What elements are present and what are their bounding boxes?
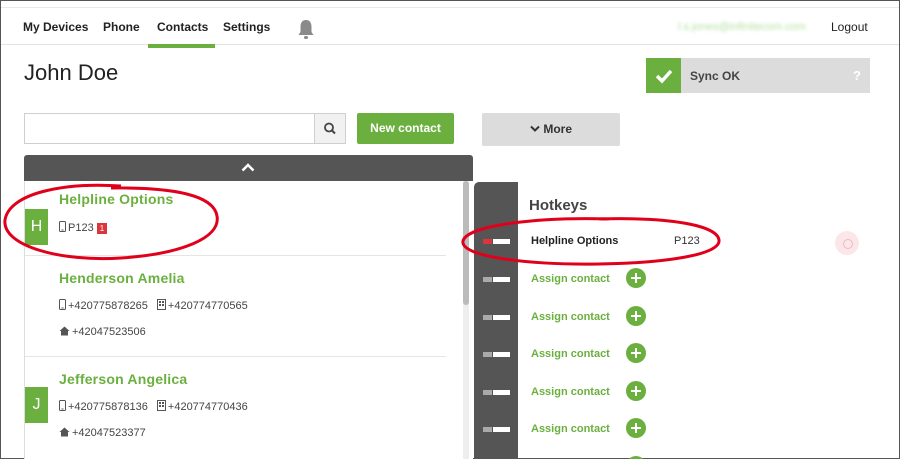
page-title: John Doe: [24, 60, 119, 85]
assign-contact-link[interactable]: Assign contact: [531, 423, 610, 435]
count-badge: 1: [96, 223, 108, 234]
remove-hotkey-button[interactable]: [835, 231, 859, 255]
scrollbar-thumb[interactable]: [463, 181, 469, 305]
contact-phone-line: +420775878136 +420774770436: [59, 400, 248, 413]
nav-phone[interactable]: Phone: [103, 20, 140, 34]
add-icon[interactable]: [626, 268, 646, 288]
mobile-phone-icon: [59, 400, 66, 411]
search-button[interactable]: [314, 113, 346, 144]
contact-list: H Helpline Options P123 1 Henderson Ameli…: [24, 181, 473, 459]
hotkey-assigned-name: Helpline Options: [531, 235, 619, 247]
top-navigation: My Devices Phone Contacts Settings l.s.j…: [1, 1, 899, 48]
scroll-up-button[interactable]: [24, 155, 473, 181]
search-icon: [324, 122, 336, 135]
home-icon: [59, 427, 70, 437]
add-icon[interactable]: [626, 418, 646, 438]
contact-phone-line: +420775878265 +420774770565: [59, 299, 248, 312]
sync-status-label: Sync OK: [690, 69, 741, 83]
user-email: l.s.jones@infinitecom.com: [678, 21, 806, 32]
checkmark-icon: [646, 58, 681, 93]
nav-contacts[interactable]: Contacts: [157, 20, 208, 34]
hotkey-indicator: [483, 390, 510, 395]
contact-list-scrollbar[interactable]: [463, 181, 469, 459]
top-border: [1, 7, 899, 8]
contact-office: +420774770565: [167, 300, 248, 312]
contact-letter: H: [25, 209, 48, 245]
contact-phone-line: +42047523506: [59, 326, 146, 338]
hotkey-indicator: [483, 277, 510, 282]
mobile-phone-icon: [59, 221, 66, 232]
bell-icon[interactable]: [297, 19, 315, 41]
home-icon: [59, 326, 70, 336]
sync-status: Sync OK ?: [646, 58, 870, 93]
more-button[interactable]: More: [482, 113, 620, 146]
search-input[interactable]: [24, 113, 314, 144]
chevron-down-icon: [530, 125, 540, 132]
contact-mobile: +420775878136: [68, 401, 148, 413]
office-phone-icon: [156, 400, 166, 411]
contact-name: Jefferson Angelica: [59, 371, 188, 387]
nav-settings[interactable]: Settings: [223, 20, 270, 34]
add-icon[interactable]: [626, 343, 646, 363]
assign-contact-link[interactable]: Assign contact: [531, 311, 610, 323]
help-icon[interactable]: ?: [853, 68, 861, 83]
hotkey-indicator-active: [483, 239, 510, 244]
hotkey-indicator: [483, 352, 510, 357]
contact-mobile: P123: [68, 222, 94, 234]
assign-contact-link[interactable]: Assign contact: [531, 386, 610, 398]
assign-contact-link[interactable]: Assign contact: [531, 273, 610, 285]
contact-office: +420774770436: [167, 401, 248, 413]
hotkey-strip: [474, 182, 518, 459]
contact-mobile: +420775878265: [68, 300, 148, 312]
assign-contact-link[interactable]: Assign contact: [531, 348, 610, 360]
office-phone-icon: [156, 299, 166, 310]
contact-phone-line: +42047523377: [59, 427, 146, 439]
new-contact-button[interactable]: New contact: [357, 113, 454, 144]
hotkey-indicator: [483, 427, 510, 432]
logout-link[interactable]: Logout: [831, 20, 868, 34]
contact-name: Henderson Amelia: [59, 270, 185, 286]
nav-active-indicator: [148, 44, 215, 48]
contact-name: Helpline Options: [59, 191, 174, 207]
chevron-up-icon: [241, 163, 255, 172]
add-icon[interactable]: [626, 381, 646, 401]
add-icon[interactable]: [626, 306, 646, 326]
more-button-label: More: [543, 122, 572, 136]
contact-letter: J: [25, 387, 48, 423]
contact-home: +42047523377: [72, 427, 146, 439]
nav-my-devices[interactable]: My Devices: [23, 20, 88, 34]
hotkey-indicator: [483, 315, 510, 320]
contact-home: +42047523506: [72, 326, 146, 338]
mobile-phone-icon: [59, 299, 66, 310]
contact-phone-line: P123 1: [59, 221, 108, 234]
contact-item[interactable]: Henderson Amelia +420775878265 +42077477…: [25, 256, 446, 357]
contact-item[interactable]: H Helpline Options P123 1: [25, 181, 446, 256]
hotkeys-title: Hotkeys: [529, 197, 588, 214]
contact-item[interactable]: J Jefferson Angelica +420775878136 +4207…: [25, 357, 446, 459]
hotkey-assigned-code: P123: [674, 235, 700, 247]
